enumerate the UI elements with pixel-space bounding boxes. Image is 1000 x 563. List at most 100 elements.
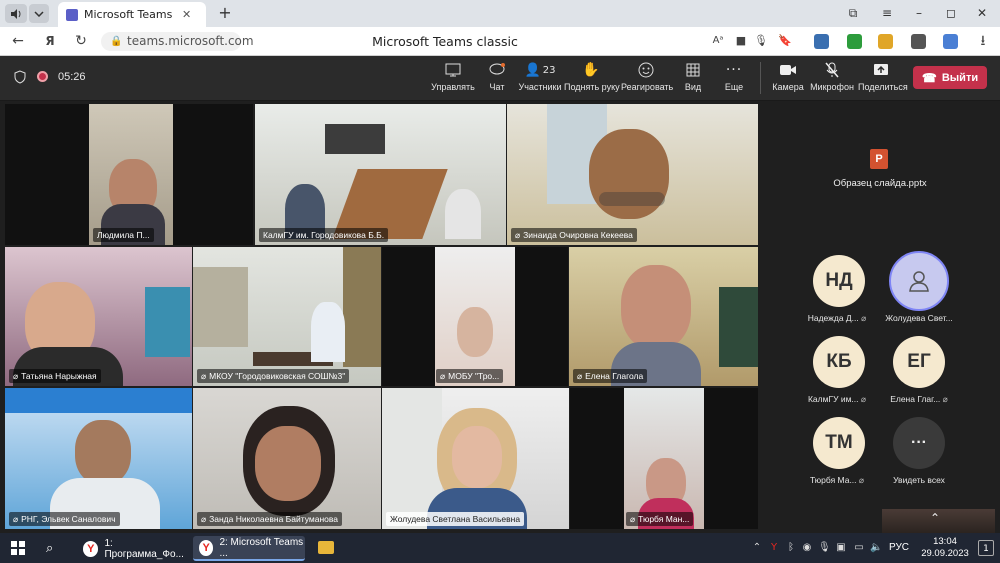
camera-button[interactable]: Камера <box>770 59 806 99</box>
share-screen-icon <box>858 59 904 81</box>
raise-hand-button[interactable]: ✋ Поднять руку <box>564 59 620 99</box>
translate-icon[interactable]: Aᵃ <box>710 33 726 49</box>
windows-start-icon[interactable] <box>11 541 25 555</box>
react-button[interactable]: Реагировать <box>621 59 673 99</box>
chevron-up-icon[interactable]: ⌃ <box>930 511 940 525</box>
extension-battery-icon[interactable] <box>878 34 893 49</box>
video-tile[interactable]: ⌀ МОБУ "Тро... <box>382 247 568 386</box>
tray-network-icon[interactable]: ▭ <box>853 542 865 554</box>
yandex-browser-icon: Y <box>83 540 99 557</box>
room-screen <box>325 124 385 154</box>
tray-app-icon[interactable]: ◉ <box>801 542 813 554</box>
minimize-icon[interactable]: – <box>912 6 926 20</box>
meeting-timer: 05:26 <box>58 71 86 83</box>
close-window-icon[interactable]: ✕ <box>975 6 989 20</box>
shield-icon <box>14 70 26 84</box>
leave-button[interactable]: ☎ Выйти <box>913 66 987 89</box>
participant-avatar[interactable]: КБ <box>813 336 865 388</box>
browser-tab-strip: Microsoft Teams classic ✕ + ⧉ ≡ – ◻ ✕ <box>0 0 1000 27</box>
video-tile[interactable]: ⌀ РНГ, Эльвек Саналович <box>5 388 192 529</box>
person-face <box>457 307 493 357</box>
participant-avatar[interactable]: ЕГ <box>893 336 945 388</box>
video-tile[interactable]: ⌀ Зинаида Очировна Кекеева <box>507 104 758 245</box>
view-button[interactable]: Вид <box>680 59 706 99</box>
mic-muted-icon: ⌀ <box>860 394 867 404</box>
url-field[interactable]: 🔒 teams.microsoft.com <box>101 32 254 51</box>
participant-name-tag: ⌀ РНГ, Эльвек Саналович <box>9 512 120 526</box>
participant-name-tag: ⌀ Тюрбя Ман... <box>626 512 694 526</box>
mic-off-icon <box>810 59 854 81</box>
participant-avatar-name: Елена Глаг... ⌀ <box>890 394 948 404</box>
language-indicator[interactable]: РУС <box>889 542 909 553</box>
mic-muted-icon: ⌀ <box>577 371 583 381</box>
search-icon[interactable]: ⌕ <box>46 541 53 556</box>
extension-download-green-icon[interactable] <box>847 34 862 49</box>
monitor <box>145 287 190 357</box>
clock[interactable]: 13:04 29.09.2023 <box>919 536 971 560</box>
address-bar: ← Я ↻ 🔒 teams.microsoft.com Microsoft Te… <box>0 27 1000 56</box>
extension-screenshot-icon[interactable] <box>814 34 829 49</box>
see-all-button[interactable]: ··· <box>893 417 945 469</box>
tab-close-icon[interactable]: ✕ <box>182 8 191 21</box>
self-view-preview[interactable]: ⌃ <box>882 509 995 533</box>
menu-icon[interactable]: ≡ <box>880 6 894 20</box>
url-text: teams.microsoft.com <box>127 34 254 48</box>
video-tile[interactable]: Людмила П... <box>5 104 253 245</box>
notifications-icon[interactable]: 1 <box>978 540 994 556</box>
video-tile[interactable]: ⌀ Тюрбя Ман... <box>570 388 758 529</box>
tray-chevron-icon[interactable]: ⌃ <box>751 542 763 554</box>
taskbar-app-yandex-1[interactable]: Y 1: Программа_Фо... <box>77 536 192 561</box>
chat-icon <box>484 59 510 81</box>
person-face <box>75 420 131 485</box>
person-icon <box>909 271 929 292</box>
video-tile[interactable]: ⌀ Занда Николаевна Байтуманова <box>193 388 381 529</box>
participant-name-tag: Жолудева Светлана Васильевна <box>386 512 525 526</box>
chat-button[interactable]: Чат <box>484 59 510 99</box>
tab-list-chevron-icon[interactable] <box>29 4 49 23</box>
participant-avatar[interactable]: ТМ <box>813 417 865 469</box>
tray-yandex-icon[interactable]: Y <box>768 542 780 554</box>
reload-icon[interactable]: ↻ <box>73 33 89 49</box>
extension-puzzle-icon[interactable] <box>911 34 926 49</box>
share-button[interactable]: Поделиться <box>858 59 908 99</box>
camera-indicator-icon[interactable]: ■ <box>733 33 749 49</box>
downloads-icon[interactable]: ⭳ <box>975 33 991 49</box>
video-tile[interactable]: Жолудева Светлана Васильевна <box>382 388 569 529</box>
tray-bluetooth-icon[interactable]: ᛒ <box>785 542 797 554</box>
participants-button[interactable]: 👤 23 Участники <box>518 59 562 99</box>
more-button[interactable]: ··· Еще <box>721 59 747 99</box>
powerpoint-icon: P <box>870 149 888 169</box>
bookmarks-icon[interactable]: ⧉ <box>846 6 860 20</box>
back-icon[interactable]: ← <box>10 33 26 49</box>
shared-content-panel[interactable]: P Образец слайда.pptx <box>760 104 1000 230</box>
tab-audio-icon[interactable] <box>5 4 27 23</box>
mic-muted-icon: ⌀ <box>858 475 865 485</box>
taskbar-app-yandex-2[interactable]: Y 2: Microsoft Teams ... <box>193 536 305 561</box>
bookmark-icon[interactable]: 🔖 <box>777 33 793 49</box>
participant-avatar-name: Надежда Д... ⌀ <box>807 313 867 323</box>
share-tray-button[interactable]: Управлять <box>430 59 476 99</box>
browser-tab-teams[interactable]: Microsoft Teams classic ✕ <box>58 2 206 27</box>
more-dots-icon: ··· <box>725 62 743 78</box>
video-tile[interactable]: ⌀ Татьяна Нарыжная <box>5 247 192 386</box>
tray-volume-icon[interactable]: 🔈 <box>870 542 882 554</box>
participant-avatar-speaking[interactable] <box>889 251 949 311</box>
video-tile[interactable]: ⌀ МКОУ "Городовиковская СОШ№3" <box>193 247 381 386</box>
tray-camera-icon[interactable]: ▣ <box>835 542 847 554</box>
video-tile[interactable]: КалмГУ им. Городовикова Б.Б. <box>255 104 506 245</box>
extension-profile-icon[interactable] <box>943 34 958 49</box>
participant-avatar[interactable]: НД <box>813 255 865 307</box>
share-tray-icon <box>430 59 476 81</box>
new-tab-icon[interactable]: + <box>218 5 232 21</box>
mic-button[interactable]: Микрофон <box>810 59 854 99</box>
mic-indicator-icon[interactable]: 🎙 <box>753 33 769 49</box>
file-explorer-icon[interactable] <box>318 541 334 554</box>
video-tile[interactable]: ⌀ Елена Глагола <box>569 247 758 386</box>
person-face <box>255 426 321 501</box>
yandex-icon[interactable]: Я <box>42 33 58 49</box>
participant-name-tag: ⌀ Татьяна Нарыжная <box>9 369 101 383</box>
teams-logo-icon <box>66 8 78 21</box>
restore-icon[interactable]: ◻ <box>944 6 958 20</box>
tray-mic-icon[interactable]: 🎙 <box>818 542 831 554</box>
participant-name-tag: Людмила П... <box>93 228 154 242</box>
